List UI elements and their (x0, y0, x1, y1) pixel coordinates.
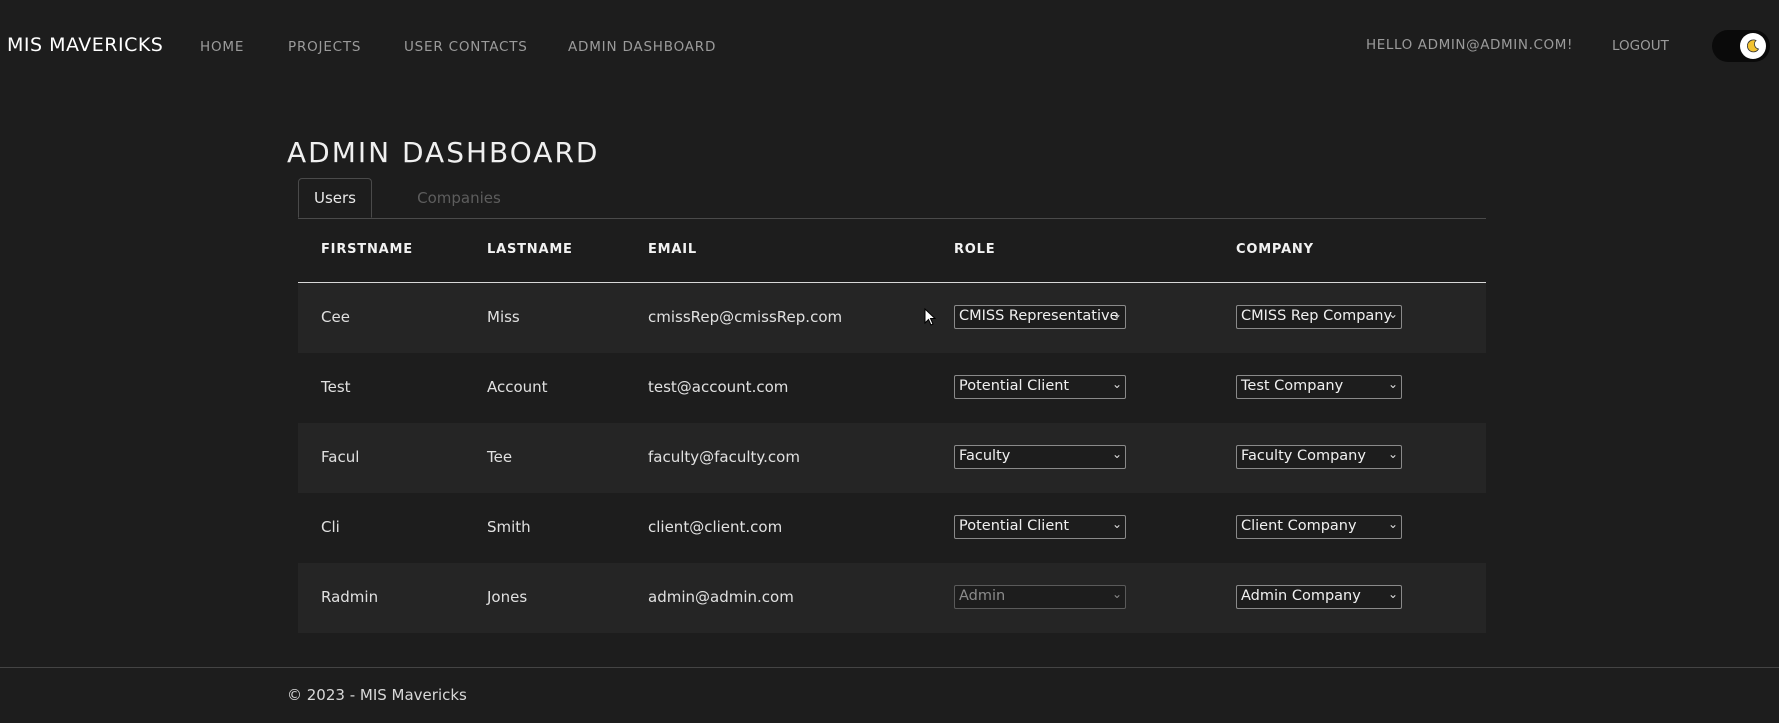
header-email: EMAIL (648, 242, 697, 257)
company-select-value: Test Company (1241, 378, 1344, 394)
cell-lastname: Tee (487, 448, 513, 466)
company-select[interactable]: Admin Company ⌄ (1236, 585, 1402, 609)
cell-firstname: Radmin (321, 588, 379, 606)
company-select[interactable]: Test Company ⌄ (1236, 375, 1402, 399)
cell-email: faculty@faculty.com (648, 448, 800, 466)
role-select-value: Potential Client (959, 518, 1070, 534)
cell-firstname: Cee (321, 308, 350, 326)
cell-lastname: Smith (487, 518, 531, 536)
cell-email: cmissRep@cmissRep.com (648, 308, 843, 326)
page-title: ADMIN DASHBOARD (287, 136, 600, 169)
table-row: Facul Tee faculty@faculty.com Faculty ⌄ … (298, 423, 1486, 493)
role-select[interactable]: Potential Client ⌄ (954, 515, 1126, 539)
cell-lastname: Jones (487, 588, 528, 606)
company-select[interactable]: Client Company ⌄ (1236, 515, 1402, 539)
cell-firstname: Facul (321, 448, 360, 466)
chevron-down-icon: ⌄ (1387, 377, 1398, 391)
user-greeting[interactable]: HELLO ADMIN@ADMIN.COM! (1366, 37, 1573, 53)
chevron-down-icon: ⌄ (1111, 587, 1122, 601)
cell-lastname: Account (487, 378, 548, 396)
logout-link[interactable]: LOGOUT (1612, 38, 1669, 54)
cell-email: test@account.com (648, 378, 789, 396)
table-row: Test Account test@account.com Potential … (298, 353, 1486, 423)
moon-icon (1740, 33, 1766, 59)
chevron-down-icon: ⌄ (1111, 517, 1122, 531)
company-select-value: CMISS Rep Company (1241, 308, 1393, 324)
company-select-value: Admin Company (1241, 588, 1361, 604)
table-row: Cee Miss cmissRep@cmissRep.com CMISS Rep… (298, 283, 1486, 353)
nav-admin-dashboard-link[interactable]: ADMIN DASHBOARD (568, 39, 716, 55)
nav-user-contacts-link[interactable]: USER CONTACTS (404, 39, 528, 55)
footer-copyright: © 2023 - MIS Mavericks (287, 686, 467, 704)
header-lastname: LASTNAME (487, 242, 573, 257)
role-select-value: Faculty (959, 448, 1011, 464)
tab-bar: Users Companies (298, 178, 1486, 219)
company-select-value: Client Company (1241, 518, 1357, 534)
chevron-down-icon: ⌄ (1387, 307, 1398, 321)
company-select[interactable]: CMISS Rep Company ⌄ (1236, 305, 1402, 329)
role-select-value: Potential Client (959, 378, 1070, 394)
mouse-cursor-icon (924, 308, 937, 326)
chevron-down-icon: ⌄ (1387, 517, 1398, 531)
header-company: COMPANY (1236, 242, 1314, 257)
chevron-down-icon: ⌄ (1111, 447, 1122, 461)
role-select[interactable]: CMISS Representative ⌄ (954, 305, 1126, 329)
cell-email: admin@admin.com (648, 588, 794, 606)
footer: © 2023 - MIS Mavericks (0, 667, 1779, 723)
navbar: MIS MAVERICKS HOME PROJECTS USER CONTACT… (0, 0, 1779, 92)
brand-logo-text[interactable]: MIS MAVERICKS (7, 34, 163, 56)
header-role: ROLE (954, 242, 996, 257)
role-select[interactable]: Faculty ⌄ (954, 445, 1126, 469)
cell-lastname: Miss (487, 308, 520, 326)
cell-firstname: Cli (321, 518, 340, 536)
chevron-down-icon: ⌄ (1111, 377, 1122, 391)
table-header: FIRSTNAME LASTNAME EMAIL ROLE COMPANY (298, 218, 1486, 283)
cell-email: client@client.com (648, 518, 783, 536)
nav-home-link[interactable]: HOME (200, 39, 244, 55)
tab-companies[interactable]: Companies (404, 178, 514, 217)
table-row: Radmin Jones admin@admin.com Admin ⌄ Adm… (298, 563, 1486, 633)
role-select-value: CMISS Representative (959, 308, 1119, 324)
chevron-down-icon: ⌄ (1387, 587, 1398, 601)
role-select-disabled: Admin ⌄ (954, 585, 1126, 609)
role-select[interactable]: Potential Client ⌄ (954, 375, 1126, 399)
table-row: Cli Smith client@client.com Potential Cl… (298, 493, 1486, 563)
header-firstname: FIRSTNAME (321, 242, 413, 257)
theme-toggle[interactable] (1712, 30, 1770, 62)
tab-users[interactable]: Users (298, 178, 372, 218)
nav-projects-link[interactable]: PROJECTS (288, 39, 361, 55)
company-select[interactable]: Faculty Company ⌄ (1236, 445, 1402, 469)
company-select-value: Faculty Company (1241, 448, 1366, 464)
chevron-down-icon: ⌄ (1387, 447, 1398, 461)
cell-firstname: Test (321, 378, 351, 396)
chevron-down-icon: ⌄ (1111, 307, 1122, 321)
role-select-value: Admin (959, 588, 1006, 604)
